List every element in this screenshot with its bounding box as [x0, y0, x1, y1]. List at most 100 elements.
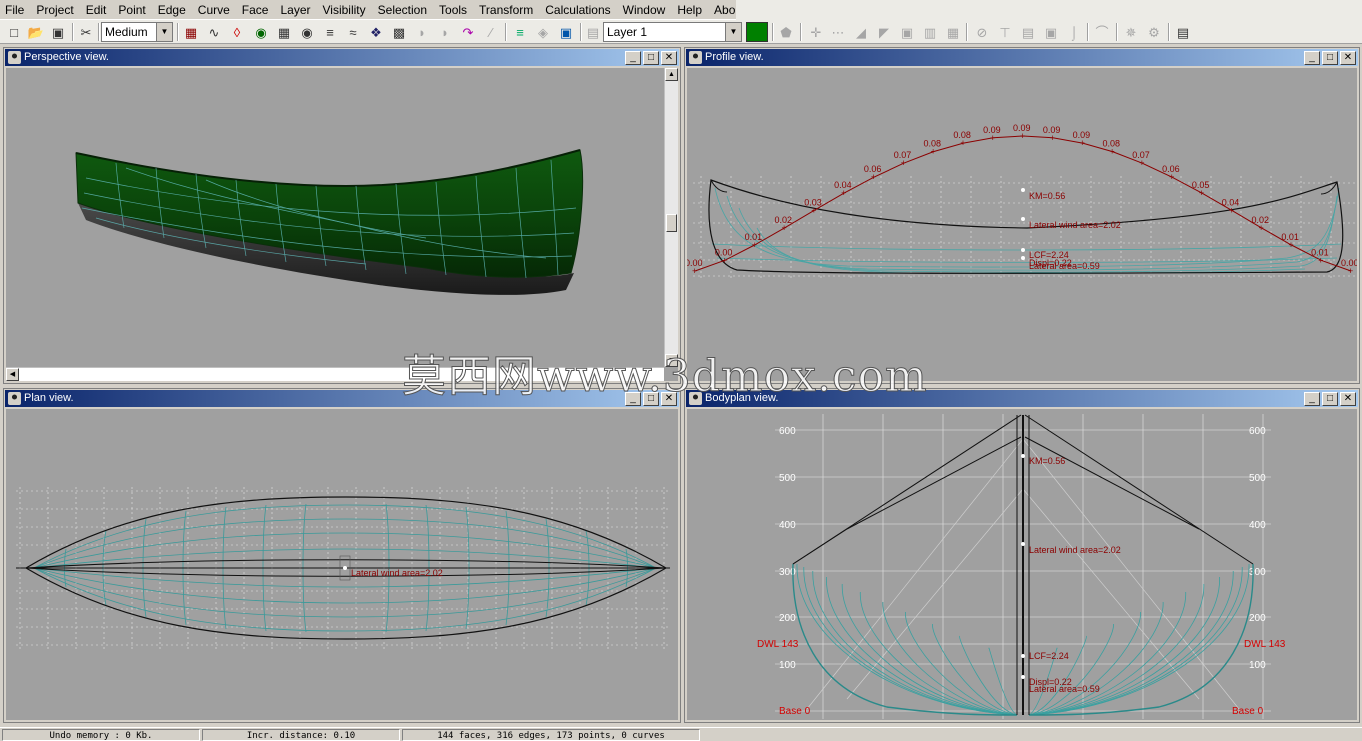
open-file-icon[interactable]: 📂 — [26, 22, 46, 42]
maximize-button[interactable]: □ — [1322, 392, 1338, 406]
menu-face[interactable]: Face — [236, 0, 275, 20]
split-edge-icon[interactable]: ▤ — [1018, 22, 1038, 42]
markers-icon[interactable]: ◗ — [435, 22, 455, 42]
plan-canvas[interactable]: Lateral wind area=2.02 — [6, 409, 678, 720]
menu-help[interactable]: Help — [671, 0, 708, 20]
tick-400-right: 400 — [1249, 520, 1266, 531]
save-icon[interactable]: ▣ — [48, 22, 68, 42]
precision-select[interactable]: Medium ▼ — [101, 22, 173, 42]
add-point-icon[interactable]: ✛ — [806, 22, 826, 42]
toolbar-separator — [580, 23, 582, 41]
scroll-down-arrow[interactable]: ▼ — [665, 354, 678, 367]
menu-selection[interactable]: Selection — [372, 0, 433, 20]
viewport-menu-icon[interactable]: ⚫ — [689, 392, 702, 405]
maximize-button[interactable]: □ — [643, 51, 659, 65]
menu-visibility[interactable]: Visibility — [317, 0, 372, 20]
menu-window[interactable]: Window — [617, 0, 672, 20]
profile-hydrostatics: KM=0.56 Lateral wind area=2.02 LCF=2.24 … — [1021, 188, 1121, 271]
menu-edge[interactable]: Edge — [152, 0, 192, 20]
minimize-button[interactable]: _ — [1304, 51, 1320, 65]
diagonals-icon[interactable]: ❖ — [366, 22, 386, 42]
scroll-thumb[interactable] — [666, 214, 677, 232]
insert-plane-icon[interactable]: ◢ — [851, 22, 871, 42]
design-hydrostatics-icon[interactable]: ▤ — [1173, 22, 1193, 42]
minimize-button[interactable]: _ — [1304, 392, 1320, 406]
close-button[interactable]: ✕ — [661, 51, 677, 65]
crease-icon[interactable]: ▣ — [1041, 22, 1061, 42]
perspective-canvas[interactable]: ▲ ▼ ◀ — [6, 68, 678, 381]
menu-file[interactable]: File — [0, 0, 30, 20]
chevron-down-icon[interactable]: ▼ — [156, 23, 172, 41]
scroll-left-arrow[interactable]: ◀ — [6, 368, 19, 381]
tick-200-left: 200 — [779, 613, 796, 624]
plan-viewport[interactable]: ⚫ Plan view. _ □ ✕ Lateral wind area=2.0… — [3, 388, 681, 723]
unlock-icon[interactable]: ▥ — [920, 22, 940, 42]
menu-calculations[interactable]: Calculations — [539, 0, 616, 20]
extract-point-icon[interactable]: ⊘ — [972, 22, 992, 42]
bodyplan-stem — [1016, 415, 1030, 715]
lock-icon[interactable]: ▣ — [897, 22, 917, 42]
collapse-point-icon[interactable]: ⋯ — [828, 22, 848, 42]
perspective-viewport[interactable]: ⚫ Perspective view. _ □ ✕ ▲ ▼ ◀ — [3, 47, 681, 384]
minimize-button[interactable]: _ — [625, 51, 641, 65]
remove-unused-icon[interactable]: ⚙ — [1144, 22, 1164, 42]
bodyplan-canvas[interactable]: 600 500 400 300 200 100 600 500 400 300 … — [687, 409, 1357, 720]
interior-edges-icon[interactable]: ∿ — [204, 22, 224, 42]
tick-200-right: 200 — [1249, 613, 1266, 624]
new-face-icon[interactable]: ⬟ — [776, 22, 796, 42]
curvature-plot-icon[interactable]: ∕ — [481, 22, 501, 42]
intersect-icon[interactable]: ◤ — [874, 22, 894, 42]
grid-icon[interactable]: ▦ — [274, 22, 294, 42]
menu-point[interactable]: Point — [112, 0, 151, 20]
stations-icon[interactable]: ◉ — [297, 22, 317, 42]
viewport-menu-icon[interactable]: ⚫ — [8, 392, 21, 405]
scroll-up-arrow[interactable]: ▲ — [665, 68, 678, 81]
unlock-all-icon[interactable]: ▦ — [943, 22, 963, 42]
menu-layer[interactable]: Layer — [274, 0, 316, 20]
zebra-icon[interactable]: ↷ — [458, 22, 478, 42]
waterlines-icon[interactable]: ≈ — [343, 22, 363, 42]
hydrostatic-features-icon[interactable]: ▩ — [389, 22, 409, 42]
menu-curve[interactable]: Curve — [192, 0, 236, 20]
delete-layer-icon[interactable]: ◈ — [533, 22, 553, 42]
check-model-icon[interactable]: ✵ — [1121, 22, 1141, 42]
new-file-icon[interactable]: □ — [4, 22, 24, 42]
shade-icon[interactable]: ◉ — [251, 22, 271, 42]
profile-canvas[interactable]: +0.00 +0.00 +0.01 +0.02 +0.03 +0.04 +0.06 +0.07… — [687, 68, 1357, 381]
bodyplan-viewport[interactable]: ⚫ Bodyplan view. _ □ ✕ 600 500 400 300 2… — [684, 388, 1360, 723]
perspective-horizontal-scrollbar[interactable]: ◀ — [6, 367, 664, 381]
viewport-menu-icon[interactable]: ⚫ — [8, 51, 21, 64]
layer-props-icon[interactable]: ▣ — [556, 22, 576, 42]
connect-points-icon[interactable]: ⊤ — [995, 22, 1015, 42]
layer-color-swatch[interactable] — [746, 22, 768, 42]
toolbar-separator — [1116, 23, 1118, 41]
close-button[interactable]: ✕ — [1340, 51, 1356, 65]
perspective-vertical-scrollbar[interactable]: ▲ ▼ — [664, 68, 678, 367]
curvature-icon[interactable]: ◊ — [227, 22, 247, 42]
new-edge-icon[interactable]: ⌡ — [1064, 22, 1084, 42]
menu-tools[interactable]: Tools — [433, 0, 473, 20]
close-button[interactable]: ✕ — [1340, 392, 1356, 406]
layer-options-icon[interactable]: ▤ — [583, 22, 603, 42]
bodyplan-title: Bodyplan view. — [705, 392, 779, 404]
menu-edit[interactable]: Edit — [80, 0, 113, 20]
sac-label: 0.00 — [687, 258, 703, 268]
buttocks-icon[interactable]: ≡ — [320, 22, 340, 42]
cut-icon[interactable]: ✂ — [76, 22, 96, 42]
viewport-menu-icon[interactable]: ⚫ — [689, 51, 702, 64]
add-layer-icon[interactable]: ≡ — [510, 22, 530, 42]
profile-lateral-area-label: Lateral area=0.59 — [1029, 261, 1100, 271]
control-net-icon[interactable]: ▦ — [181, 22, 201, 42]
maximize-button[interactable]: □ — [1322, 51, 1338, 65]
profile-km-label: KM=0.56 — [1029, 191, 1065, 201]
profile-viewport[interactable]: ⚫ Profile view. _ □ ✕ + 0.00 + 0.00 + 0.… — [684, 47, 1360, 384]
close-button[interactable]: ✕ — [661, 392, 677, 406]
menu-project[interactable]: Project — [30, 0, 79, 20]
minimize-button[interactable]: _ — [625, 392, 641, 406]
flowlines-icon[interactable]: ◗ — [412, 22, 432, 42]
menu-transform[interactable]: Transform — [473, 0, 539, 20]
chevron-down-icon[interactable]: ▼ — [725, 23, 741, 41]
new-curve-icon[interactable]: ⌒ — [1092, 22, 1112, 42]
maximize-button[interactable]: □ — [643, 392, 659, 406]
layer-select[interactable]: Layer 1 ▼ — [603, 22, 742, 42]
